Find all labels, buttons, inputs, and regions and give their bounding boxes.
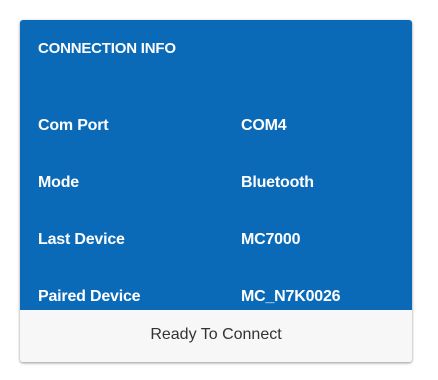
connection-status-text: Ready To Connect [150, 326, 282, 343]
connection-info-panel: CONNECTION INFO Com Port COM4 Mode Bluet… [20, 20, 412, 310]
mode-value: Bluetooth [241, 174, 314, 191]
mode-label: Mode [38, 174, 79, 191]
paired-device-value: MC_N7K0026 [241, 288, 341, 305]
connection-status-bar: Ready To Connect [20, 310, 412, 362]
com-port-value: COM4 [241, 117, 287, 134]
com-port-label: Com Port [38, 117, 109, 134]
info-row-last-device: Last Device MC7000 [20, 231, 412, 253]
info-row-mode: Mode Bluetooth [20, 174, 412, 196]
connection-info-card: CONNECTION INFO Com Port COM4 Mode Bluet… [20, 20, 412, 362]
info-row-paired-device: Paired Device MC_N7K0026 [20, 288, 412, 310]
last-device-label: Last Device [38, 231, 125, 248]
paired-device-label: Paired Device [38, 288, 141, 305]
info-row-com-port: Com Port COM4 [20, 117, 412, 139]
last-device-value: MC7000 [241, 231, 301, 248]
panel-title: CONNECTION INFO [38, 40, 176, 57]
